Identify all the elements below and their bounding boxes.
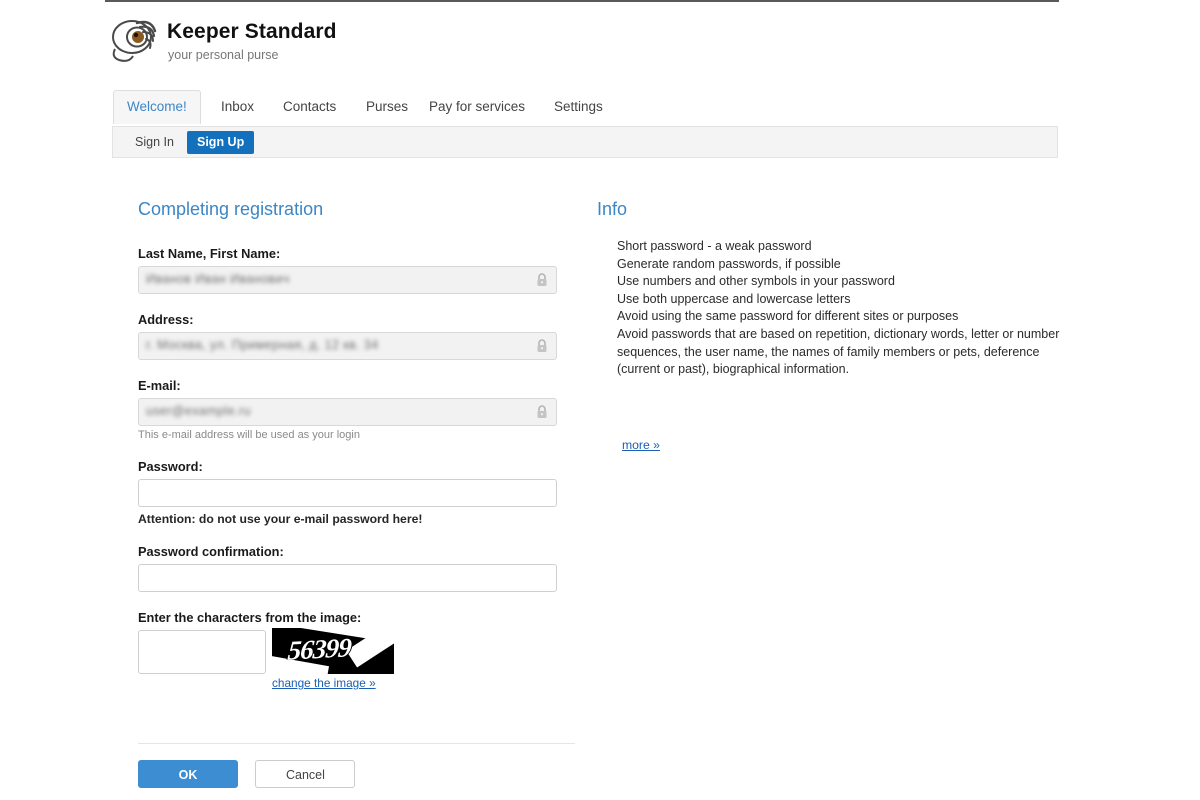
password-confirmation-label: Password confirmation: [138,544,284,559]
nav-item-pay-for-services[interactable]: Pay for services [416,90,538,124]
field-email: E-mail: user@example.ru This e-mail addr… [138,378,592,441]
lock-icon [536,405,548,419]
password-confirmation-input[interactable] [138,564,557,592]
info-list: Short password - a weak password Generat… [617,238,1067,452]
password-label: Password: [138,459,203,474]
subnav-item-sign-in[interactable]: Sign In [125,131,184,154]
brand-title: Keeper Standard [167,20,337,43]
info-column: Info Short password - a weak password Ge… [597,198,1059,452]
email-help-text: This e-mail address will be used as your… [138,429,360,441]
lock-icon [536,339,548,353]
password-confirmation-input-wrap [138,564,557,592]
address-input[interactable] [138,332,557,360]
registration-column: Completing registration Last Name, First… [122,198,592,788]
captcha-text: 56399 [286,632,353,666]
nav-item-settings[interactable]: Settings [541,90,616,124]
form-actions: OK Cancel [138,760,356,788]
field-full-name: Last Name, First Name: Иванов Иван Ивано… [138,246,592,294]
full-name-input[interactable] [138,266,557,294]
captcha-image: 56399 [272,628,394,674]
field-address: Address: г. Москва, ул. Примерная, д. 12… [138,312,592,360]
full-name-input-wrap: Иванов Иван Иванович [138,266,557,294]
field-captcha: Enter the characters from the image: 563… [138,610,592,690]
full-name-label: Last Name, First Name: [138,246,281,261]
info-list-item: Use both uppercase and lowercase letters [617,291,851,306]
address-label: Address: [138,312,194,327]
nav-item-welcome[interactable]: Welcome! [113,90,201,124]
info-list-item: Short password - a weak password [617,239,812,253]
password-input[interactable] [138,479,557,507]
email-input[interactable] [138,398,557,426]
info-list-item: Use numbers and other symbols in your pa… [617,274,895,289]
nav-item-purses[interactable]: Purses [353,90,421,124]
ok-button[interactable]: OK [138,760,238,788]
page-title: Completing registration [138,199,324,219]
captcha-row: 56399 change the image » [138,628,592,690]
field-password: Password: Attention: do not use your e-m… [138,459,592,526]
form-divider [138,743,575,744]
captcha-input[interactable] [138,630,266,674]
email-label: E-mail: [138,378,181,393]
sub-navigation: Sign In Sign Up [112,126,1058,158]
registration-form: Last Name, First Name: Иванов Иван Ивано… [138,246,592,706]
page-container: Keeper Standard your personal purse Welc… [105,0,1059,800]
captcha-label: Enter the characters from the image: [138,610,362,625]
top-rule [105,0,1059,2]
info-list-item: Generate random passwords, if possible [617,256,841,271]
subnav-item-sign-up[interactable]: Sign Up [187,131,255,154]
nav-item-contacts[interactable]: Contacts [270,90,349,124]
info-more-link[interactable]: more » [622,438,660,452]
nav-item-inbox[interactable]: Inbox [208,90,267,124]
info-list-item: Avoid passwords that are based on repeti… [617,326,1060,377]
info-title: Info [597,199,628,219]
address-input-wrap: г. Москва, ул. Примерная, д. 12 кв. 34 [138,332,557,360]
snail-eye-logo-icon [107,15,163,67]
email-input-wrap: user@example.ru [138,398,557,426]
info-list-item: Avoid using the same password for differ… [617,309,959,324]
password-input-wrap [138,479,557,507]
password-warning-text: Attention: do not use your e-mail passwo… [138,512,423,526]
lock-icon [536,273,548,287]
change-captcha-image-link[interactable]: change the image » [272,676,376,690]
field-password-confirmation: Password confirmation: [138,544,592,592]
cancel-button[interactable]: Cancel [255,760,356,788]
brand-tagline: your personal purse [168,48,279,62]
